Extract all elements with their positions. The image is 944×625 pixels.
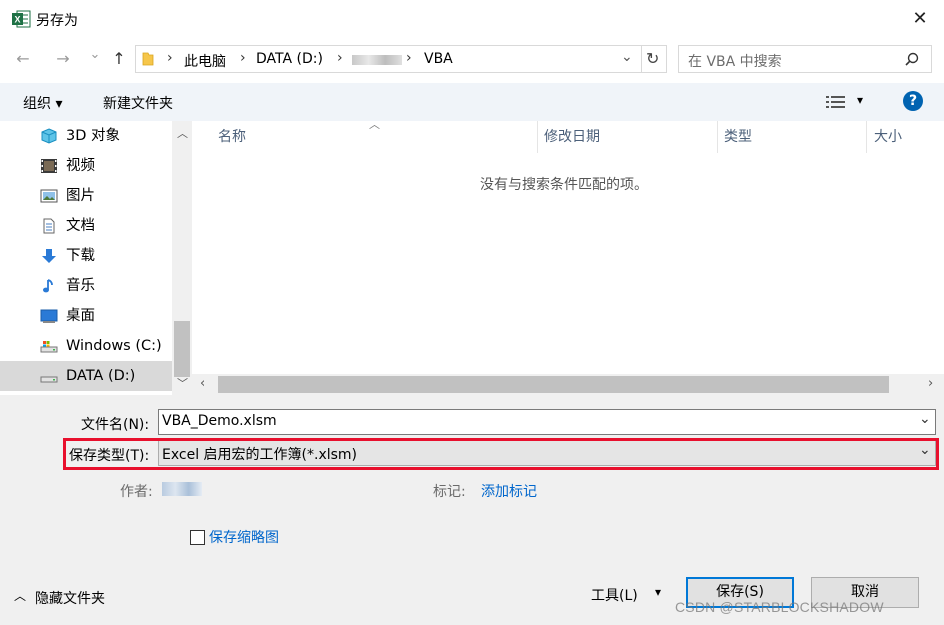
filename-label: 文件名(N): bbox=[81, 417, 150, 433]
up-button[interactable]: ↑ bbox=[108, 48, 130, 70]
thumbnail-label[interactable]: 保存缩略图 bbox=[209, 527, 279, 547]
folder-icon bbox=[142, 52, 154, 66]
highlight-annotation bbox=[63, 438, 939, 470]
organize-button[interactable]: 组织 ▾ bbox=[23, 93, 62, 113]
sort-ascending-icon: ︿ bbox=[369, 118, 380, 131]
back-button[interactable]: ← bbox=[12, 48, 34, 70]
horizontal-scrollbar[interactable]: ‹ › bbox=[192, 374, 944, 395]
watermark-text: CSDN @STARBLOCKSHADOW bbox=[675, 599, 884, 615]
breadcrumb-separator: › bbox=[240, 50, 246, 66]
search-icon[interactable] bbox=[905, 52, 919, 66]
filename-value: VBA_Demo.xlsm bbox=[162, 413, 277, 429]
new-folder-button[interactable]: 新建文件夹 bbox=[103, 93, 173, 113]
refresh-button[interactable]: ↻ bbox=[646, 49, 659, 68]
chevron-up-icon[interactable]: ︿ bbox=[14, 587, 26, 604]
blurred-author-value[interactable] bbox=[162, 482, 202, 496]
search-box[interactable]: 在 VBA 中搜索 bbox=[678, 45, 932, 73]
column-header-type[interactable]: 类型 bbox=[724, 121, 752, 153]
navigation-pane: 3D 对象 视频 图片 文档 下载 音乐 桌面 Windows (C:) DAT… bbox=[0, 121, 192, 395]
address-bar[interactable]: › 此电脑 › DATA (D:) › › VBA ⌄ ↻ bbox=[135, 45, 667, 73]
sidebar-item-label: 图片 bbox=[66, 188, 95, 204]
documents-icon bbox=[43, 218, 55, 234]
scroll-down-arrow[interactable]: ﹀ bbox=[177, 375, 188, 391]
scrollbar-thumb[interactable] bbox=[174, 321, 190, 377]
breadcrumb-separator: › bbox=[406, 50, 412, 66]
view-dropdown[interactable]: ▾ bbox=[857, 93, 863, 107]
view-options-icon[interactable] bbox=[826, 95, 846, 109]
scrollbar-thumb[interactable] bbox=[218, 376, 889, 393]
desktop-icon bbox=[40, 309, 58, 323]
3d-objects-icon bbox=[41, 128, 57, 144]
sidebar-item-label: 音乐 bbox=[66, 278, 95, 294]
breadcrumb-data-d[interactable]: DATA (D:) bbox=[256, 51, 323, 67]
tools-button[interactable]: 工具(L) bbox=[591, 585, 638, 605]
drive-icon bbox=[40, 341, 58, 353]
music-icon bbox=[43, 279, 53, 293]
address-history-dropdown[interactable]: ⌄ bbox=[621, 49, 633, 65]
add-tags-link[interactable]: 添加标记 bbox=[481, 481, 537, 501]
blurred-breadcrumb bbox=[352, 55, 402, 65]
filename-dropdown[interactable]: ⌄ bbox=[919, 411, 931, 427]
svg-text:X: X bbox=[14, 15, 20, 25]
file-list: ︿ 名称 修改日期 类型 大小 没有与搜索条件匹配的项。 ‹ › bbox=[192, 118, 944, 395]
breadcrumb-this-pc[interactable]: 此电脑 bbox=[184, 51, 226, 71]
hide-folders-button[interactable]: 隐藏文件夹 bbox=[35, 588, 105, 608]
sidebar-scrollbar[interactable]: ︿ ﹀ bbox=[172, 121, 192, 395]
sidebar-item-label: 桌面 bbox=[66, 308, 95, 324]
sidebar-item-label: Windows (C:) bbox=[66, 338, 162, 354]
thumbnail-checkbox[interactable] bbox=[190, 530, 205, 545]
breadcrumb-vba[interactable]: VBA bbox=[424, 51, 453, 67]
author-label: 作者: bbox=[120, 484, 153, 500]
breadcrumb-separator: › bbox=[337, 50, 343, 66]
sidebar-item-label: 文档 bbox=[66, 218, 95, 234]
column-separator[interactable] bbox=[537, 121, 538, 153]
sidebar-item-label: 视频 bbox=[66, 158, 95, 174]
recent-locations-dropdown[interactable]: ⌄ bbox=[84, 44, 106, 66]
video-icon bbox=[41, 159, 57, 173]
drive-icon bbox=[40, 376, 58, 383]
scroll-left-arrow[interactable]: ‹ bbox=[200, 376, 205, 391]
column-header-name[interactable]: 名称 bbox=[218, 121, 246, 153]
command-bar: 组织 ▾ 新建文件夹 ▾ ? bbox=[0, 83, 944, 121]
forward-button[interactable]: → bbox=[52, 48, 74, 70]
tools-dropdown[interactable]: ▾ bbox=[655, 585, 661, 599]
sidebar-item-label: 下载 bbox=[66, 248, 95, 264]
address-divider bbox=[641, 46, 642, 72]
excel-icon: X bbox=[12, 10, 31, 28]
sidebar-item-label: DATA (D:) bbox=[66, 368, 136, 384]
column-header-modified[interactable]: 修改日期 bbox=[544, 121, 600, 153]
scroll-up-arrow[interactable]: ︿ bbox=[177, 125, 188, 141]
sidebar-item-data-d[interactable]: DATA (D:) bbox=[0, 361, 172, 391]
sidebar-item-label: 3D 对象 bbox=[66, 128, 120, 144]
window-title: 另存为 bbox=[36, 13, 78, 29]
downloads-icon bbox=[42, 249, 56, 263]
search-placeholder: 在 VBA 中搜索 bbox=[688, 54, 782, 70]
empty-message: 没有与搜索条件匹配的项。 bbox=[480, 177, 648, 193]
column-separator[interactable] bbox=[866, 121, 867, 153]
filename-field[interactable]: VBA_Demo.xlsm ⌄ bbox=[158, 409, 936, 435]
pictures-icon bbox=[40, 189, 58, 203]
title-bar: X 另存为 ✕ bbox=[0, 0, 944, 38]
breadcrumb-separator: › bbox=[167, 50, 173, 66]
help-icon[interactable]: ? bbox=[903, 91, 923, 111]
column-separator[interactable] bbox=[717, 121, 718, 153]
scroll-right-arrow[interactable]: › bbox=[928, 376, 933, 391]
close-button[interactable]: ✕ bbox=[906, 6, 934, 32]
tags-label: 标记: bbox=[433, 484, 466, 500]
column-header-size[interactable]: 大小 bbox=[874, 121, 902, 153]
